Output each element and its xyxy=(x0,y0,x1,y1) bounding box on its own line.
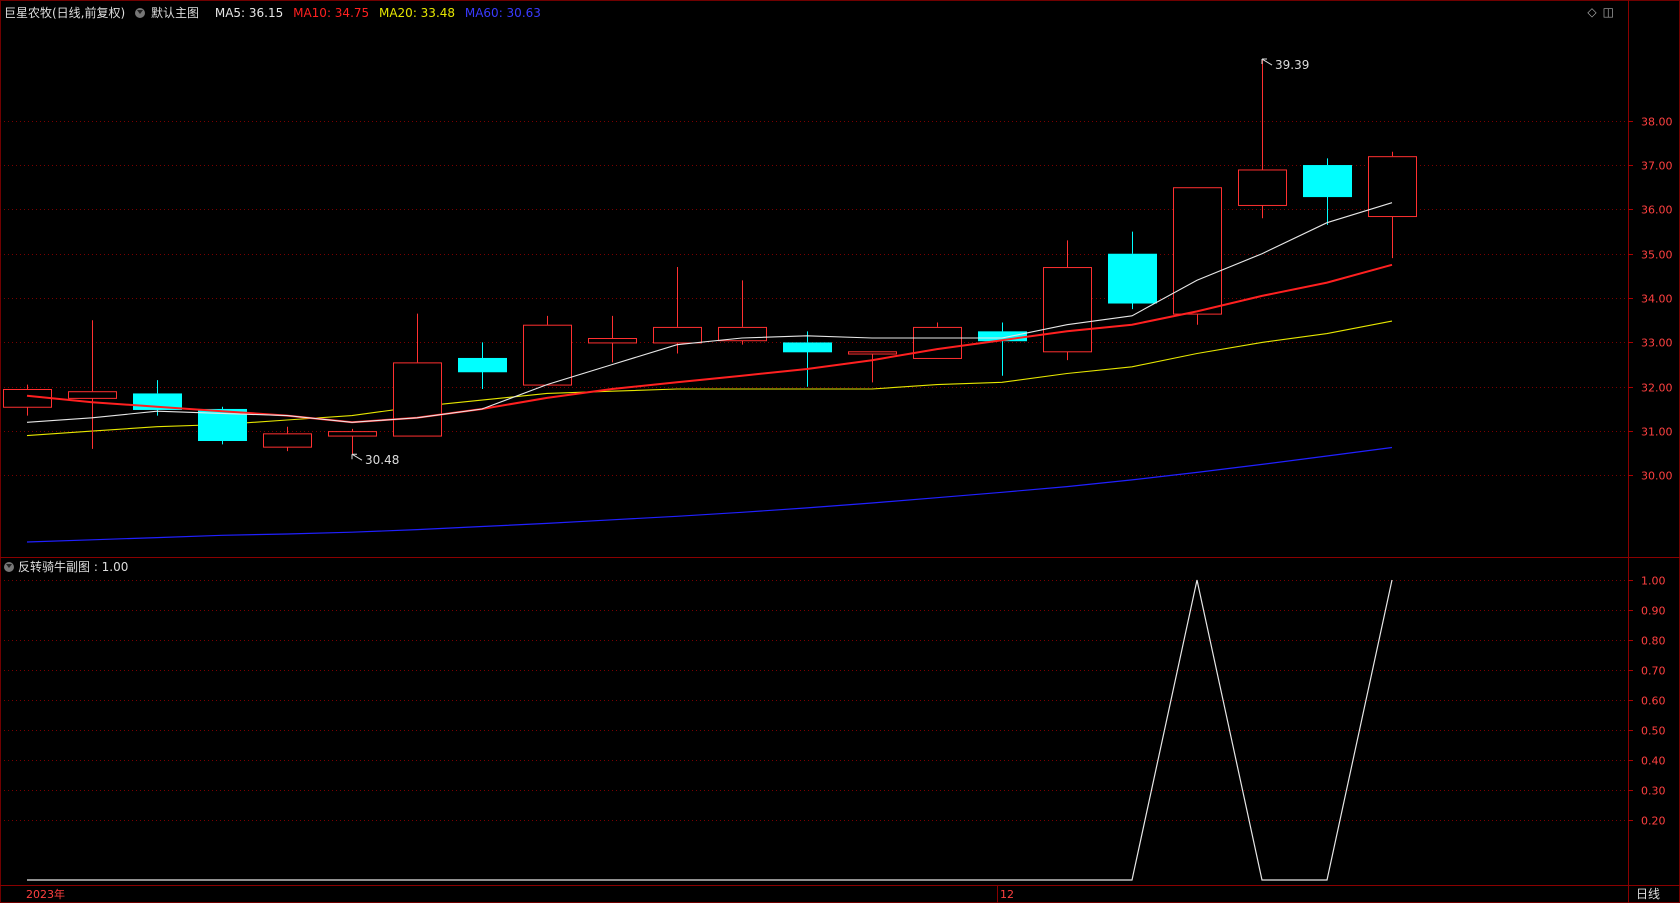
candle-down xyxy=(1108,253,1157,304)
candle-up xyxy=(848,351,897,355)
candle-down xyxy=(1303,165,1352,198)
candle-up xyxy=(68,391,117,399)
ma60-label: MA60: 30.63 xyxy=(464,6,541,20)
candle-up xyxy=(588,338,637,344)
window-icon[interactable]: ◫ xyxy=(1603,5,1614,19)
time-axis-label: 2023年 xyxy=(26,887,65,901)
sub-axis-tick-label: 0.90 xyxy=(1641,605,1666,618)
sub-series-line xyxy=(27,579,1393,881)
candle-up xyxy=(913,326,962,359)
ma20-label: MA20: 33.48 xyxy=(378,6,456,20)
sub-axis-tick-label: 0.30 xyxy=(1641,785,1666,798)
candle-up xyxy=(393,362,442,437)
ma60-line xyxy=(26,446,1393,543)
main-axis-tick-label: 33.00 xyxy=(1641,337,1673,350)
sub-axis-tick-label: 0.80 xyxy=(1641,635,1666,648)
main-axis-tick-label: 37.00 xyxy=(1641,160,1673,173)
ma5-label: MA5: 36.15 xyxy=(214,6,284,20)
main-axis-tick-label: 38.00 xyxy=(1641,116,1673,129)
template-selector[interactable]: 默认主图 xyxy=(135,6,205,20)
sub-axis-tick-label: 0.50 xyxy=(1641,725,1666,738)
ma10-label: MA10: 34.75 xyxy=(293,6,370,20)
main-axis-tick-label: 36.00 xyxy=(1641,204,1673,217)
candle-up xyxy=(523,324,572,386)
candle-down xyxy=(458,357,507,373)
main-axis-tick-label: 35.00 xyxy=(1641,249,1673,262)
candle-up xyxy=(1238,169,1287,206)
extreme-value-label: 30.48 xyxy=(365,453,399,467)
extreme-marker-arrow xyxy=(1261,58,1273,66)
sub-axis-tick-label: 0.20 xyxy=(1641,815,1666,828)
candle-up xyxy=(1173,187,1222,315)
main-chart-header: 巨星农牧(日线,前复权) 默认主图 MA5: 36.15 MA10: 34.75… xyxy=(4,4,547,21)
candle-up xyxy=(653,326,702,344)
main-axis-tick-label: 30.00 xyxy=(1641,470,1673,483)
sub-chart-header: 反转骑牛副图 : 1.00 xyxy=(4,558,128,575)
sub-axis-tick-label: 0.40 xyxy=(1641,755,1666,768)
candle-up xyxy=(328,431,377,437)
main-axis-tick-label: 31.00 xyxy=(1641,426,1673,439)
chart-frame xyxy=(0,0,1680,903)
candle-up xyxy=(263,433,312,448)
diamond-icon[interactable]: ◇ xyxy=(1587,5,1596,19)
sub-axis-tick-label: 0.70 xyxy=(1641,665,1666,678)
chart-toolbar: ◇ ◫ xyxy=(1581,5,1614,19)
sub-chart-title: 反转骑牛副图 : 1.00 xyxy=(18,560,129,574)
main-axis-tick-label: 34.00 xyxy=(1641,293,1673,306)
chart-canvas: 30.00 31.00 32.00 33.00 34.00 35.00 36.00 37.00… xyxy=(0,0,1680,903)
sub-axis-tick-label: 0.60 xyxy=(1641,695,1666,708)
time-axis-label: 12 xyxy=(1000,888,1014,901)
period-label: 日线 xyxy=(1636,887,1660,901)
candle-up xyxy=(718,326,767,342)
extreme-value-label: 39.39 xyxy=(1275,58,1309,72)
candle-down xyxy=(783,342,832,353)
candle-up xyxy=(1043,267,1092,353)
stock-title: 巨星农牧(日线,前复权) xyxy=(4,6,126,20)
extreme-marker-arrow xyxy=(351,453,363,461)
chevron-down-icon[interactable] xyxy=(4,562,14,572)
chevron-down-icon[interactable] xyxy=(135,8,146,18)
template-label: 默认主图 xyxy=(151,6,200,20)
main-axis-tick-label: 32.00 xyxy=(1641,382,1673,395)
sub-axis-tick-label: 1.00 xyxy=(1641,575,1666,588)
